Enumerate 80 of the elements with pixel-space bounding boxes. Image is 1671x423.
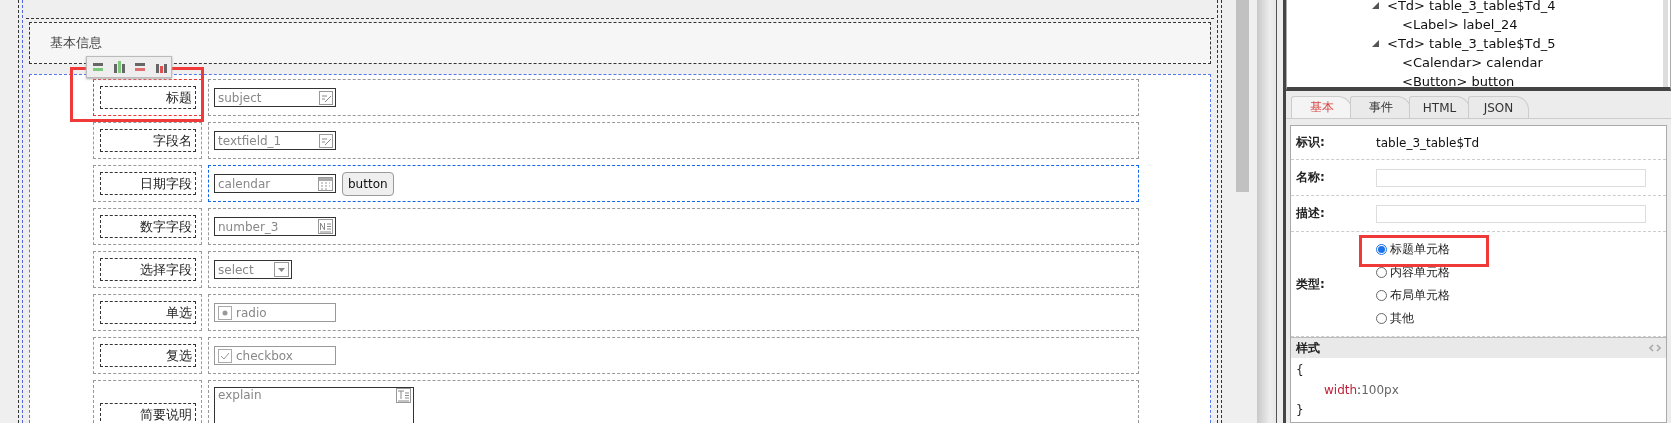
property-label: 类型: [1296, 275, 1326, 293]
code-text: : [1357, 382, 1362, 399]
tree-node[interactable]: <Td> table_3_table$Td_5 [1387, 36, 1556, 51]
radio-icon [218, 305, 232, 320]
radio-button[interactable] [1376, 267, 1387, 278]
description-field[interactable] [1376, 204, 1646, 223]
label-cell[interactable]: 简要说明 [93, 380, 202, 423]
field-label: 数字字段 [99, 215, 196, 238]
panel-tab[interactable]: JSON [1468, 96, 1529, 118]
input-field[interactable]: checkbox [214, 346, 336, 365]
label-cell[interactable]: 复选 [93, 337, 202, 374]
select-field[interactable]: select [214, 260, 292, 279]
label-cell[interactable]: 选择字段 [93, 251, 202, 288]
radio-option[interactable]: 其他 [1376, 308, 1450, 329]
content-cell[interactable]: checkbox [208, 337, 1139, 374]
align-center-icon[interactable] [111, 61, 126, 73]
align-left-icon[interactable] [90, 61, 105, 73]
radio-option[interactable]: 内容单元格 [1376, 262, 1450, 283]
label-cell[interactable]: 日期字段 [93, 165, 202, 202]
tree-node[interactable]: <Calendar> calendar [1402, 55, 1543, 70]
label-cell[interactable]: 数字字段 [93, 208, 202, 245]
field-label: 标题 [99, 86, 196, 109]
input-field[interactable]: calendar [214, 174, 336, 193]
splitter[interactable] [1257, 0, 1286, 423]
edit-icon [319, 133, 333, 148]
tree-node[interactable]: <Td> table_3_table$Td_4 [1387, 0, 1556, 13]
action-button[interactable]: button [342, 171, 394, 196]
panel-tab[interactable]: 事件 [1350, 96, 1411, 118]
calendar-icon[interactable] [318, 176, 333, 191]
style-title: 样式 [1296, 339, 1320, 357]
panel-tab[interactable]: HTML [1409, 96, 1470, 118]
content-cell[interactable]: explain [208, 380, 1139, 423]
name-field[interactable] [1376, 168, 1646, 187]
content-cell[interactable]: number_3 [208, 208, 1139, 245]
text-icon [396, 388, 411, 403]
code-value: 100px [1361, 382, 1399, 399]
edit-icon [319, 90, 333, 105]
field-label: 单选 [99, 301, 196, 324]
field-label: 日期字段 [99, 172, 196, 195]
input-field[interactable]: number_3 [214, 217, 336, 236]
expand-icon[interactable] [1372, 2, 1379, 9]
tree-node[interactable]: <Button> button [1402, 74, 1515, 87]
property-value: table_3_table$Td [1376, 135, 1479, 150]
dropdown-icon[interactable] [274, 262, 289, 277]
content-cell[interactable]: textfield_1 [208, 122, 1139, 159]
property-label: 描述: [1296, 205, 1326, 222]
radio-button[interactable] [1376, 290, 1387, 301]
scrollbar-thumb[interactable] [1236, 0, 1249, 192]
content-cell[interactable]: select [208, 251, 1139, 288]
panel-tab[interactable]: 基本 [1291, 96, 1352, 118]
label-cell[interactable]: 单选 [93, 294, 202, 331]
code-text: } [1296, 402, 1305, 419]
code-key: width [1324, 380, 1358, 400]
scrollbar-thumb[interactable] [1663, 0, 1668, 87]
input-field[interactable]: textfield_1 [214, 131, 336, 150]
input-field[interactable]: radio [214, 303, 336, 322]
content-cell[interactable]: calendar button [208, 165, 1139, 202]
number-icon [318, 219, 333, 234]
input-field[interactable]: explain [214, 387, 414, 423]
radio-option[interactable]: 标题单元格 [1376, 239, 1450, 260]
input-field[interactable]: subject [214, 88, 336, 107]
checkbox-icon [218, 348, 232, 363]
radio-button[interactable] [1376, 313, 1387, 324]
content-cell[interactable]: radio [208, 294, 1139, 331]
content-cell[interactable]: subject [208, 79, 1139, 116]
field-label: 复选 [99, 344, 196, 367]
field-label: 简要说明 [99, 402, 196, 423]
tree-node[interactable]: <Label> label_24 [1402, 17, 1518, 32]
property-label: 标识: [1296, 134, 1326, 151]
field-label: 字段名 [99, 129, 196, 152]
align-right-icon[interactable] [132, 61, 147, 73]
property-label: 名称: [1296, 169, 1326, 186]
align-bottom-icon[interactable] [153, 61, 168, 73]
field-label: 选择字段 [99, 258, 196, 281]
code-text: { [1296, 362, 1305, 379]
expand-icon[interactable] [1372, 40, 1379, 47]
section-title: 基本信息 [50, 34, 102, 52]
radio-option[interactable]: 布局单元格 [1376, 285, 1450, 306]
radio-button[interactable] [1376, 244, 1387, 255]
label-cell[interactable]: 字段名 [93, 122, 202, 159]
